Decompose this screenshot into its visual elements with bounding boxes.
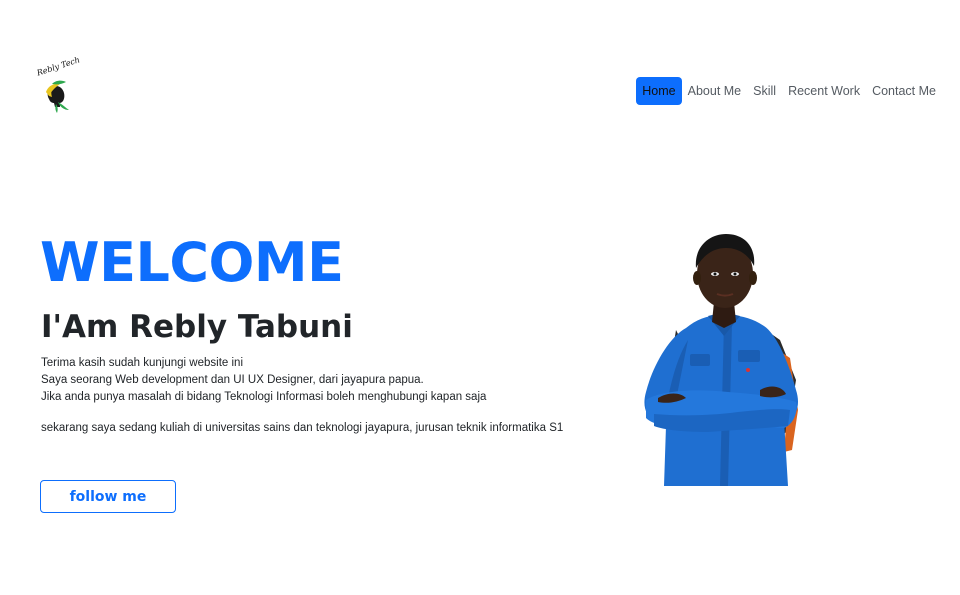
logo-icon [46,80,69,113]
study-text: sekarang saya sedang kuliah di universit… [41,422,564,434]
main-nav: Home About Me Skill Recent Work Contact … [636,77,942,105]
nav-contact-me[interactable]: Contact Me [866,77,942,105]
welcome-heading: WELCOME [40,231,344,294]
navbar: Rebly Tech Home About Me Skill Recent Wo… [0,0,960,180]
nav-recent-work[interactable]: Recent Work [782,77,866,105]
name-heading: I'Am Rebly Tabuni [41,309,353,345]
intro-line-3: Jika anda punya masalah di bidang Teknol… [41,391,487,403]
nav-about-me[interactable]: About Me [682,77,748,105]
nav-home[interactable]: Home [636,77,682,105]
nav-skill[interactable]: Skill [747,77,782,105]
intro-text: Terima kasih sudah kunjungi website ini … [41,355,563,437]
logo[interactable]: Rebly Tech [36,55,81,114]
intro-line-1: Terima kasih sudah kunjungi website ini [41,357,243,369]
page: Rebly Tech Home About Me Skill Recent Wo… [0,0,960,595]
follow-me-button[interactable]: follow me [40,480,176,513]
profile-photo [644,234,798,486]
intro-line-2: Saya seorang Web development dan UI UX D… [41,374,424,386]
